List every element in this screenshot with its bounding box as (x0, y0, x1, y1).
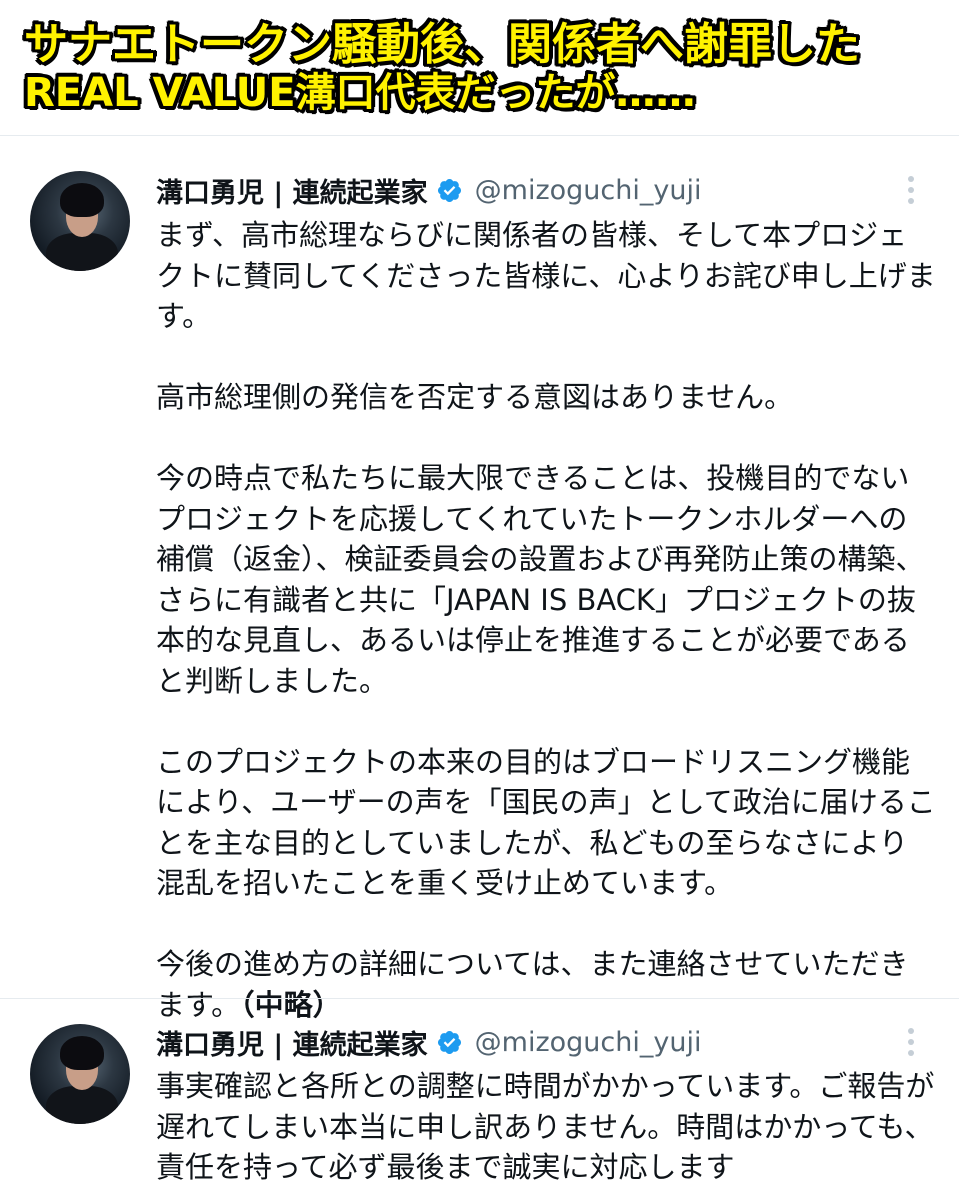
tweet-paragraph: 事実確認と各所との調整に時間がかかっています。ご報告が遅れてしまい本当に申し訳あ… (156, 1069, 935, 1184)
tweet[interactable]: 溝口勇児 | 連続起業家 @mizoguchi_yuji 事実確認と各所との調整… (0, 999, 959, 1200)
avatar[interactable] (30, 171, 130, 271)
tweet-paragraph: 高市総理側の発信を否定する意図はありません。 (156, 380, 794, 414)
screenshot-page: サナエトークン騒動後、関係者へ謝罪した REAL VALUE溝口代表だったが……… (0, 0, 959, 1200)
tweet-paragraph: まず、高市総理ならびに関係者の皆様、そして本プロジェクトに賛同してくださった皆様… (156, 218, 936, 333)
verified-badge-icon (437, 178, 461, 202)
caption-line-2: REAL VALUE溝口代表だったが…… (23, 70, 697, 117)
tweet-header: 溝口勇児 | 連続起業家 @mizoguchi_yuji (156, 1022, 701, 1062)
caption-banner: サナエトークン騒動後、関係者へ謝罪した REAL VALUE溝口代表だったが…… (23, 19, 944, 117)
verified-badge-icon (437, 1030, 461, 1054)
tweet-header: 溝口勇児 | 連続起業家 @mizoguchi_yuji (156, 170, 701, 210)
avatar[interactable] (30, 1024, 130, 1124)
tweet-paragraph: このプロジェクトの本来の目的はブロードリスニング機能により、ユーザーの声を「国民… (156, 744, 936, 901)
display-name[interactable]: 溝口勇児 | 連続起業家 (156, 171, 428, 210)
tweet-text: まず、高市総理ならびに関係者の皆様、そして本プロジェクトに賛同してくださった皆様… (156, 215, 936, 1025)
display-name[interactable]: 溝口勇児 | 連続起業家 (156, 1023, 428, 1062)
user-handle[interactable]: @mizoguchi_yuji (475, 1027, 702, 1058)
tweet-paragraph: 今の時点で私たちに最大限できることは、投機目的でないプロジェクトを応援してくれて… (156, 461, 925, 698)
tweet[interactable]: 溝口勇児 | 連続起業家 @mizoguchi_yuji まず、高市総理ならびに… (0, 136, 959, 1022)
tweet-text: 事実確認と各所との調整に時間がかかっています。ご報告が遅れてしまい本当に申し訳あ… (156, 1066, 936, 1188)
more-options-icon[interactable] (905, 176, 917, 212)
caption-line-1: サナエトークン騒動後、関係者へ謝罪した (23, 19, 861, 71)
user-handle[interactable]: @mizoguchi_yuji (475, 175, 702, 206)
more-options-icon[interactable] (905, 1028, 917, 1064)
